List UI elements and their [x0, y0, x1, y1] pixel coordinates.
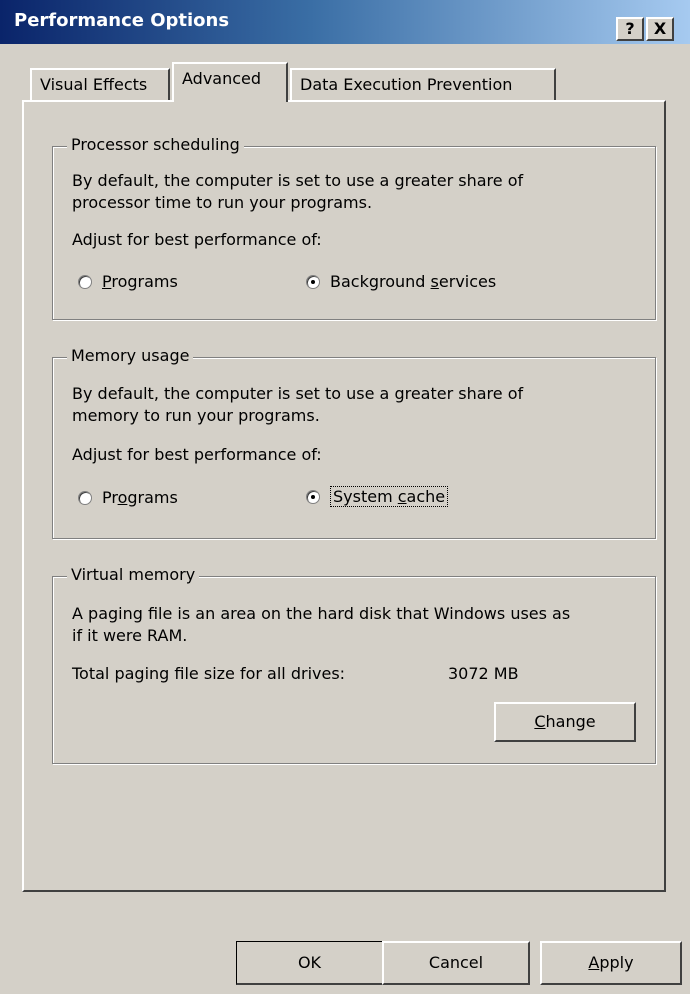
memory-system-cache-radio[interactable]: System cache	[306, 486, 449, 507]
radio-indicator-selected[interactable]	[306, 489, 320, 504]
memory-adjust-label: Adjust for best performance of:	[72, 445, 322, 464]
processor-programs-radio[interactable]: Programs	[78, 272, 178, 291]
memory-usage-legend: Memory usage	[67, 346, 194, 365]
close-icon[interactable]: X	[646, 17, 674, 41]
paging-total-value: 3072 MB	[448, 664, 519, 683]
tab-visual-effects[interactable]: Visual Effects	[30, 68, 170, 100]
title-bar: Performance Options ? X	[0, 0, 690, 44]
ok-button[interactable]: OK	[236, 941, 384, 985]
processor-adjust-label: Adjust for best performance of:	[72, 230, 322, 249]
processor-description: By default, the computer is set to use a…	[72, 170, 523, 214]
tab-data-execution-prevention[interactable]: Data Execution Prevention	[290, 68, 556, 100]
processor-scheduling-legend: Processor scheduling	[67, 135, 244, 154]
radio-indicator-selected[interactable]	[306, 274, 320, 289]
memory-desc-line2: memory to run your programs.	[72, 406, 320, 425]
help-icon[interactable]: ?	[616, 17, 644, 41]
virtual-memory-description: A paging file is an area on the hard dis…	[72, 603, 570, 647]
virtual-desc-line1: A paging file is an area on the hard dis…	[72, 604, 571, 623]
paging-total-label: Total paging file size for all drives:	[72, 664, 346, 683]
processor-desc-line1: By default, the computer is set to use a…	[72, 171, 524, 190]
memory-description: By default, the computer is set to use a…	[72, 383, 523, 427]
radio-indicator[interactable]	[78, 490, 92, 505]
memory-programs-radio[interactable]: Programs	[78, 488, 178, 507]
memory-system-cache-label: System cache	[330, 486, 449, 507]
tab-advanced[interactable]: Advanced	[172, 62, 288, 102]
memory-programs-label: Programs	[102, 488, 178, 507]
processor-programs-label: Programs	[102, 272, 178, 291]
memory-desc-line1: By default, the computer is set to use a…	[72, 384, 524, 403]
processor-background-label: Background services	[330, 272, 497, 291]
processor-desc-line2: processor time to run your programs.	[72, 193, 373, 212]
window-title: Performance Options	[14, 10, 230, 31]
cancel-button[interactable]: Cancel	[382, 941, 530, 985]
apply-button[interactable]: Apply	[540, 941, 682, 985]
radio-indicator[interactable]	[78, 274, 92, 289]
change-button[interactable]: Change	[494, 702, 636, 742]
virtual-memory-legend: Virtual memory	[67, 565, 200, 584]
virtual-desc-line2: if it were RAM.	[72, 626, 188, 645]
processor-background-services-radio[interactable]: Background services	[306, 272, 496, 291]
